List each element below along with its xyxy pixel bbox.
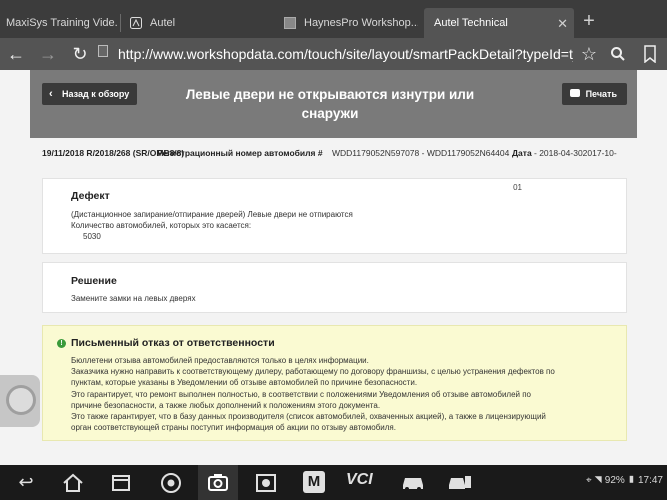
date-value: - 2018-04-302017-10-: [534, 148, 617, 158]
page-title: Левые двери не открываются изнутри или с…: [185, 87, 475, 121]
disclaimer-line: Это также гарантирует, что в базу данных…: [71, 412, 546, 422]
back-button-label: Назад к обзору: [62, 89, 130, 99]
defect-description: (Дистанционное запирание/отпирание двере…: [71, 210, 353, 219]
disclaimer-box: ! Письменный отказ от ответственности Бю…: [42, 325, 627, 441]
recall-meta-row: 19/11/2018 R/2018/268 (SR/OMB8/8) Регист…: [30, 142, 637, 164]
disclaimer-text: Бюллетени отзыва автомобилей предоставля…: [71, 355, 616, 433]
disclaimer-line: Заказчика нужно направить к соответствую…: [71, 367, 555, 377]
url-field[interactable]: http://www.workshopdata.com/touch/site/l…: [118, 46, 573, 62]
system-nav-bar: ↩ M VCI ⌖ ◥ 92% ▮ 17:47: [0, 465, 667, 500]
tab-divider: [120, 14, 121, 32]
tab-title: Autel: [150, 17, 176, 29]
back-icon[interactable]: ↩: [12, 470, 40, 494]
reload-icon[interactable]: ↻: [68, 42, 92, 66]
solution-card: Решение Замените замки на левых дверях: [42, 262, 627, 313]
defect-card: Дефект 01 (Дистанционное запирание/отпир…: [42, 178, 627, 254]
defect-number: 01: [513, 183, 522, 192]
home-icon[interactable]: [62, 473, 84, 493]
forward-arrow-icon[interactable]: →: [36, 42, 60, 66]
tab-title: Autel Technical: [434, 17, 508, 29]
wifi-icon: ◥: [594, 475, 602, 486]
clock: 17:47: [637, 475, 663, 486]
floating-assist-button[interactable]: [0, 375, 40, 427]
page-content: ‹ Назад к обзору Левые двери не открываю…: [0, 70, 667, 465]
bookmark-icon[interactable]: [643, 45, 657, 63]
battery-icon: ▮: [627, 475, 636, 486]
tab-autel-technical[interactable]: Autel Technical ✕: [424, 8, 574, 38]
location-icon: ⌖: [585, 475, 592, 486]
tab-title: HaynesPro Workshop...: [304, 17, 418, 29]
search-icon[interactable]: [610, 46, 626, 62]
tab-title: MaxiSys Training Vide...: [6, 17, 118, 29]
printer-icon: [569, 89, 580, 97]
defect-heading: Дефект: [71, 190, 110, 202]
car-icon[interactable]: [400, 473, 426, 491]
print-button[interactable]: Печать: [561, 83, 627, 105]
screen: MaxiSys Training Vide... Autel HaynesPro…: [0, 0, 667, 500]
battery-level: 92%: [604, 475, 625, 486]
date-label: Дата: [512, 148, 532, 158]
autel-favicon-icon: [130, 17, 142, 29]
close-tab-icon[interactable]: ✕: [557, 16, 568, 32]
car-diagnostics-icon[interactable]: [446, 473, 472, 491]
back-to-overview-button[interactable]: ‹ Назад к обзору: [42, 83, 138, 105]
solution-heading: Решение: [71, 275, 117, 287]
back-arrow-icon[interactable]: ←: [4, 42, 28, 66]
disclaimer-line: орган соответствующей страны поступит ин…: [71, 423, 396, 433]
print-button-label: Печать: [585, 89, 617, 99]
status-area: ⌖ ◥ 92% ▮ 17:47: [586, 475, 663, 486]
vin-label: Регистрационный номер автомобиля #: [157, 148, 323, 158]
maxisys-m-icon[interactable]: M: [303, 471, 325, 493]
affected-count-label: Количество автомобилей, которых это каса…: [71, 221, 252, 230]
page-info-icon[interactable]: [98, 45, 108, 57]
page-favicon-icon: [284, 17, 296, 29]
affected-count-value: 5030: [83, 232, 101, 241]
screenshot-icon[interactable]: [254, 472, 278, 494]
disclaimer-heading: Письменный отказ от ответственности: [71, 337, 275, 349]
bookmark-star-icon[interactable]: ☆: [577, 42, 601, 66]
tab-autel[interactable]: Autel: [124, 8, 268, 38]
vin-value: WDD1179052N597078 - WDD1179052N64404: [332, 148, 510, 158]
browser-tab-bar: MaxiSys Training Vide... Autel HaynesPro…: [0, 0, 667, 38]
chrome-icon[interactable]: [160, 472, 182, 494]
chevron-left-icon: ‹: [49, 88, 53, 100]
vci-icon[interactable]: VCI: [346, 471, 373, 489]
disclaimer-line: Бюллетени отзыва автомобилей предоставля…: [71, 356, 369, 365]
assist-circle-icon: [6, 385, 36, 415]
camera-icon: [208, 474, 228, 491]
page-header: ‹ Назад к обзору Левые двери не открываю…: [30, 70, 637, 138]
tab-maxisys[interactable]: MaxiSys Training Vide...: [0, 8, 118, 38]
solution-text: Замените замки на левых дверях: [71, 294, 196, 303]
new-tab-button[interactable]: +: [578, 10, 600, 32]
camera-button[interactable]: [198, 465, 238, 500]
tab-haynespro[interactable]: HaynesPro Workshop...: [278, 8, 418, 38]
recent-apps-icon[interactable]: [110, 473, 132, 493]
disclaimer-line: Это гарантирует, что ремонт выполнен пол…: [71, 389, 531, 399]
info-check-icon: !: [57, 339, 66, 348]
disclaimer-line: пунктам, которые указаны в Уведомлении о…: [71, 378, 418, 388]
disclaimer-line: причине безопасности, а также любых допо…: [71, 400, 381, 410]
